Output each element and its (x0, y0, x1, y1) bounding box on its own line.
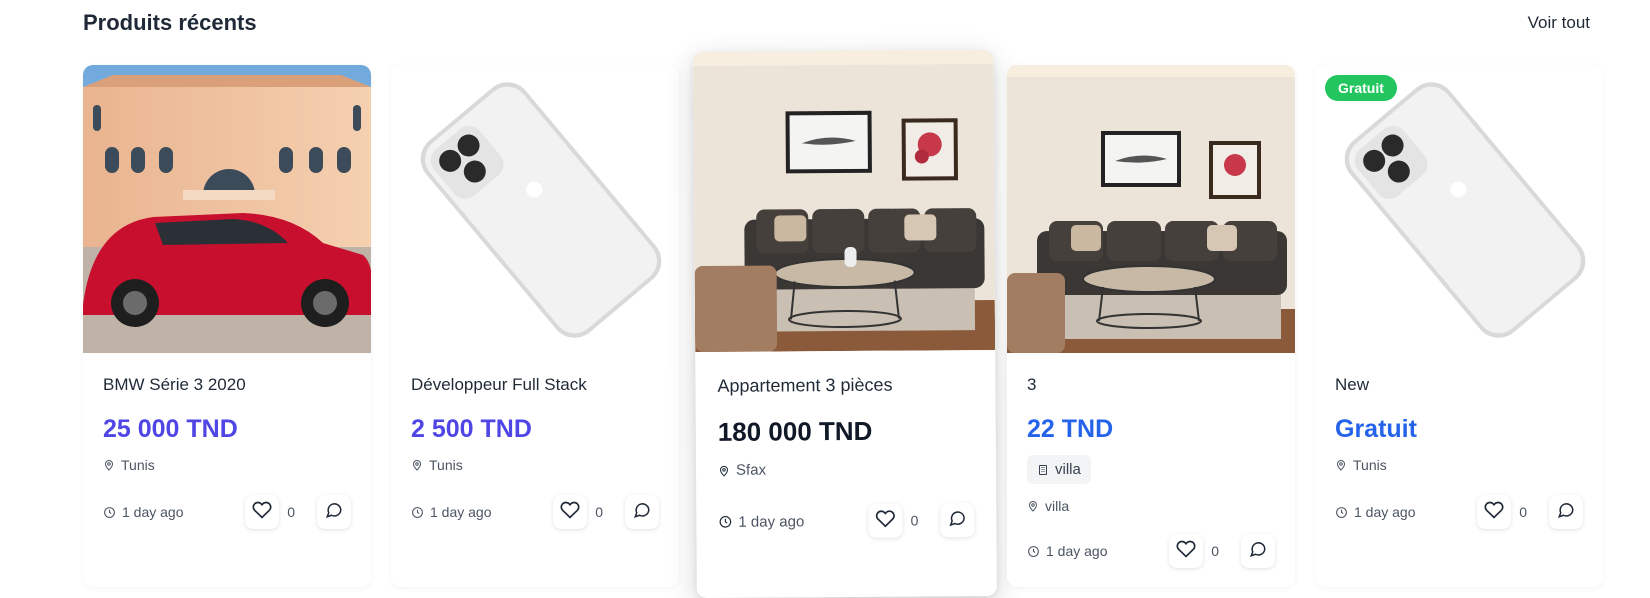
product-title: BMW Série 3 2020 (103, 375, 246, 394)
building-icon (1037, 463, 1049, 477)
map-pin-icon (718, 463, 730, 477)
map-pin-icon (103, 458, 115, 472)
product-location: Sfax (718, 460, 974, 479)
time-label: 1 day ago (122, 504, 184, 520)
product-location: Tunis (1335, 457, 1583, 473)
posted-time: 1 day ago (1027, 543, 1108, 559)
message-button[interactable] (940, 503, 975, 538)
category-label: villa (1055, 461, 1081, 478)
like-count: 0 (287, 504, 295, 520)
product-image-car (83, 65, 371, 353)
product-location: villa (1027, 498, 1275, 514)
free-badge: Gratuit (1325, 75, 1397, 101)
product-card-1[interactable]: BMW Série 3 2020 25 000 TND Tunis 1 day … (83, 65, 371, 587)
product-price: 22 TND (1027, 415, 1114, 443)
chat-icon (633, 501, 651, 524)
location-label: Tunis (1353, 457, 1387, 473)
product-title: Développeur Full Stack (411, 375, 587, 394)
chat-icon (1557, 501, 1575, 524)
heart-icon (875, 508, 896, 533)
chat-icon (1249, 540, 1267, 563)
heart-icon (252, 500, 272, 525)
like-button[interactable] (245, 495, 280, 529)
location-label: Tunis (121, 457, 155, 473)
product-title: Appartement 3 pièces (717, 374, 893, 396)
section-title: Produits récents (83, 10, 257, 35)
product-location: Tunis (103, 457, 351, 473)
time-label: 1 day ago (430, 504, 492, 520)
section-header: Produits récents Voir tout (83, 8, 1590, 38)
map-pin-icon (1335, 458, 1347, 472)
product-price: 180 000 TND (717, 415, 873, 447)
like-count: 0 (595, 504, 603, 520)
chat-icon (325, 501, 343, 524)
product-image-living-room (1007, 65, 1295, 353)
product-title: 3 (1027, 375, 1037, 394)
product-card-2[interactable]: Développeur Full Stack 2 500 TND Tunis 1… (391, 65, 679, 587)
product-location: Tunis (411, 457, 659, 473)
product-title: New (1335, 375, 1370, 394)
location-label: Tunis (429, 457, 463, 473)
posted-time: 1 day ago (718, 513, 804, 531)
like-button[interactable] (1477, 495, 1512, 529)
product-card-3[interactable]: Appartement 3 pièces 180 000 TND Sfax 1 … (693, 49, 997, 598)
like-button[interactable] (1169, 534, 1204, 568)
message-button[interactable] (317, 495, 351, 529)
time-label: 1 day ago (738, 512, 805, 531)
map-pin-icon (1027, 499, 1039, 513)
product-price: Gratuit (1335, 415, 1417, 443)
product-image-phone: Gratuit (1315, 65, 1603, 353)
clock-icon (718, 515, 732, 529)
product-card-4[interactable]: 3 22 TND villa villa 1 day ago 0 (1007, 65, 1295, 587)
like-count: 0 (1211, 543, 1219, 559)
clock-icon (1027, 545, 1040, 558)
clock-icon (103, 506, 116, 519)
location-label: villa (1045, 498, 1070, 514)
clock-icon (1335, 506, 1348, 519)
message-button[interactable] (1241, 534, 1275, 568)
product-price: 2 500 TND (411, 415, 532, 443)
posted-time: 1 day ago (1335, 504, 1416, 520)
message-button[interactable] (625, 495, 659, 529)
heart-icon (1176, 539, 1196, 564)
like-button[interactable] (553, 495, 588, 529)
heart-icon (1484, 500, 1504, 525)
chat-icon (948, 509, 966, 532)
like-count: 0 (910, 512, 919, 529)
product-image-phone (391, 65, 679, 353)
like-count: 0 (1519, 504, 1527, 520)
category-tag[interactable]: villa (1027, 455, 1091, 484)
time-label: 1 day ago (1046, 543, 1108, 559)
clock-icon (411, 506, 424, 519)
heart-icon (560, 500, 580, 525)
see-all-link[interactable]: Voir tout (1528, 13, 1590, 33)
like-button[interactable] (868, 503, 903, 538)
product-price: 25 000 TND (103, 415, 238, 443)
time-label: 1 day ago (1354, 504, 1416, 520)
posted-time: 1 day ago (411, 504, 492, 520)
product-card-5[interactable]: Gratuit New Gratuit Tunis 1 day ago 0 (1315, 65, 1603, 587)
posted-time: 1 day ago (103, 504, 184, 520)
product-image-living-room (693, 49, 996, 353)
map-pin-icon (411, 458, 423, 472)
location-label: Sfax (735, 461, 767, 479)
message-button[interactable] (1549, 495, 1583, 529)
